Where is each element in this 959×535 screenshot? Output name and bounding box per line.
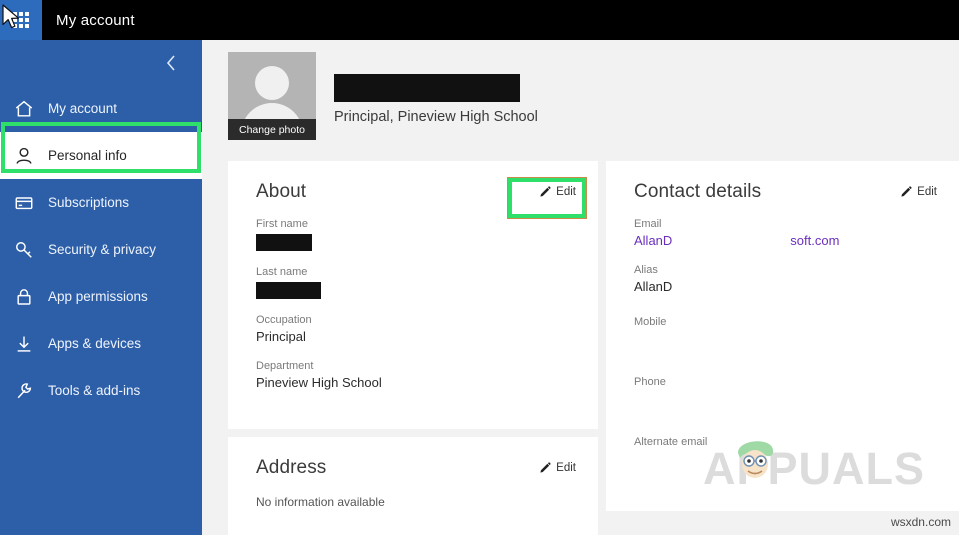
field-alternate-email: Alternate email [606,435,959,467]
sidebar-item-security-privacy[interactable]: Security & privacy [0,226,202,273]
sidebar-item-label: Security & privacy [48,242,157,257]
contact-edit-label: Edit [917,186,937,198]
home-icon [0,99,48,119]
sidebar-item-label: Tools & add-ins [48,383,141,398]
sidebar: My account Personal info Subscriptions S… [0,40,202,535]
contact-card-title: Contact details [634,181,762,202]
field-label: Mobile [634,316,667,328]
about-card: About Edit First name Last name Occupati… [228,161,598,429]
field-first-name: First name [228,217,598,251]
sidebar-item-label: App permissions [48,289,148,304]
profile-text: Principal, Pineview High School [334,52,538,125]
key-icon [0,240,48,260]
address-card: Address Edit No information available [228,437,598,535]
credit-card-icon [0,193,48,213]
contact-card-header: Contact details Edit [606,161,959,203]
main-content: Change photo Principal, Pineview High Sc… [202,40,959,535]
field-value-redacted [256,282,321,299]
sidebar-nav: My account Personal info Subscriptions S… [0,85,202,414]
field-label: Last name [256,266,308,278]
contact-edit-button[interactable]: Edit [896,182,941,202]
profile-name-redacted [334,74,520,102]
contact-details-card: Contact details Edit Email AllanD soft.c… [606,161,959,511]
sidebar-item-label: Personal info [48,148,127,163]
download-icon [0,334,48,354]
pencil-icon [901,186,912,197]
pencil-icon [540,462,551,473]
field-alias: Alias AllanD [606,263,959,295]
about-edit-button[interactable]: Edit [535,182,580,202]
field-value-email[interactable]: AllanD soft.com [634,232,931,249]
waffle-grid-icon [13,12,29,28]
about-card-title: About [256,181,307,202]
about-card-header: About Edit [228,161,598,203]
field-mobile: Mobile [606,315,959,347]
field-value [634,390,931,407]
person-icon [0,146,48,166]
sidebar-item-label: Subscriptions [48,195,130,210]
sidebar-item-tools-add-ins[interactable]: Tools & add-ins [0,367,202,414]
email-domain-part: soft.com [790,233,840,248]
wrench-icon [0,381,48,401]
field-value [634,330,931,347]
app-launcher-button[interactable] [0,0,42,40]
page-title: My account [56,11,135,29]
sidebar-item-app-permissions[interactable]: App permissions [0,273,202,320]
field-department: Department Pineview High School [228,359,598,391]
field-phone: Phone [606,375,959,407]
address-edit-label: Edit [556,462,576,474]
profile-photo[interactable]: Change photo [228,52,316,140]
top-bar: My account [0,0,959,40]
address-card-header: Address Edit [228,437,598,479]
sidebar-item-label: My account [48,101,118,116]
app-window: My account My account Personal info Subs… [0,0,959,535]
address-empty-text: No information available [256,495,385,509]
pencil-icon [540,186,551,197]
field-label: Occupation [256,314,312,326]
profile-role: Principal, Pineview High School [334,109,538,125]
field-last-name: Last name [228,265,598,299]
field-label: Department [256,360,314,372]
lock-icon [0,287,48,307]
sidebar-item-subscriptions[interactable]: Subscriptions [0,179,202,226]
field-value: Pineview High School [256,375,382,390]
address-edit-button[interactable]: Edit [535,458,580,478]
about-edit-label: Edit [556,186,576,198]
sidebar-item-my-account[interactable]: My account [0,85,202,132]
field-label: First name [256,218,308,230]
email-local-part: AllanD [634,233,673,248]
field-label: Phone [634,376,666,388]
field-label: Alternate email [634,436,708,448]
sidebar-item-personal-info[interactable]: Personal info [0,132,202,179]
field-value [634,450,931,467]
field-value: Principal [256,329,306,344]
field-value: AllanD [634,279,673,294]
change-photo-button[interactable]: Change photo [228,119,316,140]
profile-header: Change photo Principal, Pineview High Sc… [228,52,538,140]
chevron-left-icon [166,55,175,71]
sidebar-collapse-button[interactable] [156,48,186,78]
person-placeholder-icon [255,66,289,100]
sidebar-item-label: Apps & devices [48,336,142,351]
field-label: Alias [634,264,658,276]
sidebar-item-apps-devices[interactable]: Apps & devices [0,320,202,367]
field-occupation: Occupation Principal [228,313,598,345]
field-email: Email AllanD soft.com [606,217,959,249]
corner-watermark-text: wsxdn.com [890,515,951,529]
field-value-redacted [256,234,312,251]
address-card-title: Address [256,457,327,478]
field-label: Email [634,218,662,230]
